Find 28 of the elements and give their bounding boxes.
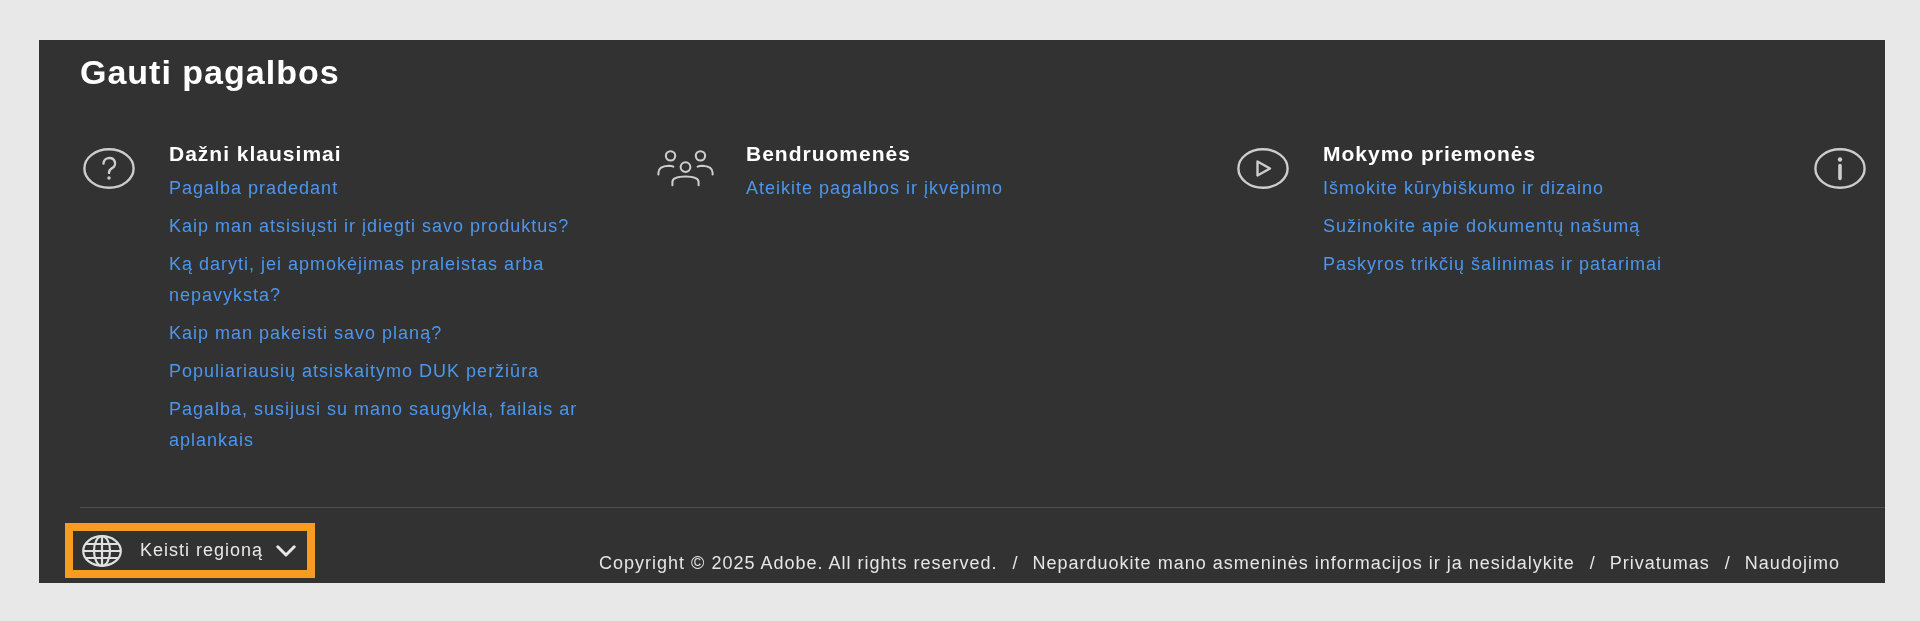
help-link[interactable]: Populiariausių atsiskaitymo DUK peržiūra <box>169 356 540 387</box>
section-title: Mokymo priemonės <box>1323 141 1537 167</box>
help-link[interactable]: Išmokite kūrybiškumo ir dizaino <box>1323 173 1605 204</box>
slash-separator: / <box>1012 552 1019 574</box>
slash-separator: / <box>1724 552 1731 574</box>
legal-link[interactable]: Naudojimo <box>1744 552 1840 574</box>
section-title: Bendruomenės <box>746 141 911 167</box>
section-title: Dažni klausimai <box>169 141 342 167</box>
slash-separator: / <box>1589 552 1596 574</box>
help-link[interactable]: Ką daryti, jei apmokėjimas praleistas arba nepavyksta? <box>169 249 609 311</box>
region-button[interactable]: Keisti regioną <box>65 523 316 578</box>
help-link[interactable]: Pagalba, susijusi su mano saugykla, failais ar aplankais <box>169 394 609 456</box>
help-link[interactable]: Ateikite pagalbos ir įkvėpimo <box>746 173 1004 204</box>
legal-link[interactable]: Privatumas <box>1609 552 1710 574</box>
help-link[interactable]: Kaip man pakeisti savo planą? <box>169 318 443 349</box>
help-link[interactable]: Pagalba pradedant <box>169 173 339 204</box>
globe-icon <box>82 534 122 567</box>
people-icon <box>657 148 714 188</box>
help-link[interactable]: Sužinokite apie dokumentų našumą <box>1323 211 1641 242</box>
info-icon <box>1813 148 1866 189</box>
help-link[interactable]: Kaip man atsisiųsti ir įdiegti savo produktus? <box>169 211 570 242</box>
question-icon <box>82 148 135 189</box>
legal-link[interactable]: Neparduokite mano asmeninės informacijos ir ja nesidalykite <box>1032 552 1575 574</box>
copyright-text: Copyright © 2025 Adobe. All rights reserved. <box>599 552 998 574</box>
chevron-icon <box>276 544 297 557</box>
section-heading: Gauti pagalbos <box>80 52 340 92</box>
help-link[interactable]: Paskyros trikčių šalinimas ir patarimai <box>1323 249 1663 280</box>
play-icon <box>1236 148 1289 189</box>
